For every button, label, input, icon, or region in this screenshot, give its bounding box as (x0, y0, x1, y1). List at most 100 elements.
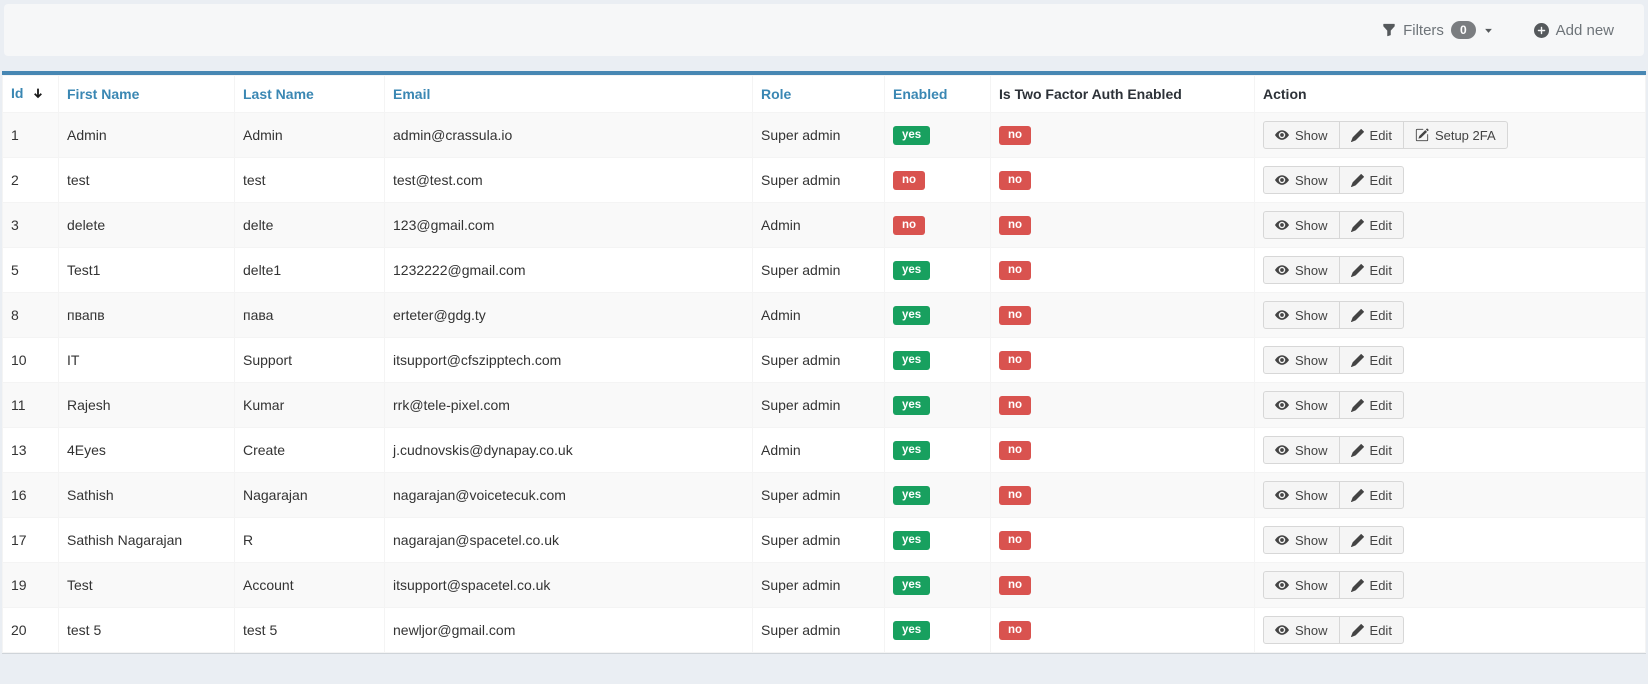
cell-two-factor: no (991, 203, 1255, 248)
cell-role: Super admin (753, 518, 885, 563)
setup-2fa-button-label: Setup 2FA (1435, 129, 1496, 142)
cell-enabled: no (885, 203, 991, 248)
edit-button[interactable]: Edit (1339, 571, 1404, 599)
status-badge: no (999, 531, 1031, 551)
column-header-first-name: First Name (59, 76, 235, 113)
sort-link-last-name[interactable]: Last Name (243, 86, 314, 102)
edit-button-label: Edit (1370, 579, 1392, 592)
cell-id: 10 (3, 338, 59, 383)
action-button-group: Show Edit (1263, 616, 1404, 644)
cell-last-name: delte (235, 203, 385, 248)
cell-last-name: delte1 (235, 248, 385, 293)
edit-button[interactable]: Edit (1339, 526, 1404, 554)
cell-first-name: test (59, 158, 235, 203)
status-badge: no (999, 216, 1031, 236)
setup-2fa-button[interactable]: Setup 2FA (1403, 121, 1508, 149)
action-button-group: ShowEdit (1263, 436, 1404, 464)
cell-two-factor: no (991, 248, 1255, 293)
status-badge: no (893, 216, 925, 236)
cell-email: j.cudnovskis@dynapay.co.uk (385, 428, 753, 473)
edit-button[interactable]: Edit (1339, 301, 1404, 329)
cell-role: Admin (753, 203, 885, 248)
status-badge: yes (893, 621, 930, 641)
edit-button[interactable]: Edit (1339, 166, 1404, 194)
edit-button[interactable]: Edit (1339, 436, 1404, 464)
show-button[interactable]: Show (1263, 481, 1340, 509)
edit-button[interactable]: Edit (1339, 256, 1404, 284)
sort-link-enabled[interactable]: Enabled (893, 86, 947, 102)
edit-button[interactable]: Edit (1339, 211, 1404, 239)
cell-enabled: yes (885, 518, 991, 563)
pencil-icon (1351, 534, 1364, 547)
filters-button[interactable]: Filters 0 (1382, 21, 1494, 39)
status-badge: no (999, 621, 1031, 641)
show-button[interactable]: Show (1263, 571, 1340, 599)
cell-actions: ShowEdit (1255, 248, 1646, 293)
cell-last-name: Nagarajan (235, 473, 385, 518)
status-badge: no (999, 261, 1031, 281)
cell-actions: Show Edit (1255, 608, 1646, 653)
sort-link-email[interactable]: Email (393, 86, 430, 102)
pencil-square-icon (1415, 128, 1429, 142)
sort-link-role[interactable]: Role (761, 86, 791, 102)
cell-id: 20 (3, 608, 59, 653)
table-row: 2 test test test@test.com Super admin no… (3, 158, 1646, 203)
show-button[interactable]: Show (1263, 616, 1340, 644)
action-button-group: ShowEdit (1263, 256, 1404, 284)
action-button-group: ShowEdit (1263, 526, 1404, 554)
column-header-role: Role (753, 76, 885, 113)
column-header-id: Id (3, 76, 59, 113)
column-header-actions: Action (1255, 76, 1646, 113)
action-button-group: ShowEdit (1263, 391, 1404, 419)
show-button-label: Show (1295, 624, 1328, 637)
show-button[interactable]: Show (1263, 526, 1340, 554)
show-button[interactable]: Show (1263, 301, 1340, 329)
edit-button[interactable]: Edit (1339, 121, 1404, 149)
sort-link-id[interactable]: Id (11, 85, 23, 101)
cell-two-factor: no (991, 473, 1255, 518)
cell-last-name: Create (235, 428, 385, 473)
cell-first-name: IT (59, 338, 235, 383)
cell-two-factor: no (991, 428, 1255, 473)
edit-button-label: Edit (1370, 354, 1392, 367)
cell-email: nagarajan@voicetecuk.com (385, 473, 753, 518)
cell-last-name: R (235, 518, 385, 563)
show-button[interactable]: Show (1263, 166, 1340, 194)
show-button[interactable]: Show (1263, 436, 1340, 464)
cell-last-name: пава (235, 293, 385, 338)
show-button[interactable]: Show (1263, 211, 1340, 239)
show-button[interactable]: Show (1263, 346, 1340, 374)
cell-role: Super admin (753, 338, 885, 383)
edit-button[interactable]: Edit (1339, 391, 1404, 419)
cell-role: Admin (753, 428, 885, 473)
show-button[interactable]: Show (1263, 391, 1340, 419)
cell-two-factor: no (991, 608, 1255, 653)
cell-email: rrk@tele-pixel.com (385, 383, 753, 428)
table-head: Id First NameLast NameEmailRoleEnabledIs… (3, 76, 1646, 113)
cell-email: 123@gmail.com (385, 203, 753, 248)
edit-button[interactable]: Edit (1339, 616, 1404, 644)
edit-button[interactable]: Edit (1339, 346, 1404, 374)
cell-first-name: test 5 (59, 608, 235, 653)
show-button-label: Show (1295, 309, 1328, 322)
table-row: 20 test 5 test 5 newljor@gmail.com Super… (3, 608, 1646, 653)
cell-actions: Show Edit (1255, 338, 1646, 383)
edit-button[interactable]: Edit (1339, 481, 1404, 509)
cell-first-name: Sathish Nagarajan (59, 518, 235, 563)
edit-button-label: Edit (1370, 129, 1392, 142)
cell-id: 3 (3, 203, 59, 248)
column-label: Action (1263, 86, 1307, 102)
sort-link-first-name[interactable]: First Name (67, 86, 139, 102)
eye-icon (1275, 128, 1289, 142)
cell-enabled: yes (885, 338, 991, 383)
action-button-group: Show Edit (1263, 346, 1404, 374)
sort-desc-arrow-icon (32, 87, 44, 103)
table-row: 13 4Eyes Create j.cudnovskis@dynapay.co.… (3, 428, 1646, 473)
cell-enabled: yes (885, 293, 991, 338)
show-button[interactable]: Show (1263, 121, 1340, 149)
show-button[interactable]: Show (1263, 256, 1340, 284)
cell-actions: ShowEdit (1255, 473, 1646, 518)
users-table: Id First NameLast NameEmailRoleEnabledIs… (2, 75, 1646, 653)
add-new-button[interactable]: Add new (1534, 23, 1614, 38)
status-badge: no (999, 396, 1031, 416)
